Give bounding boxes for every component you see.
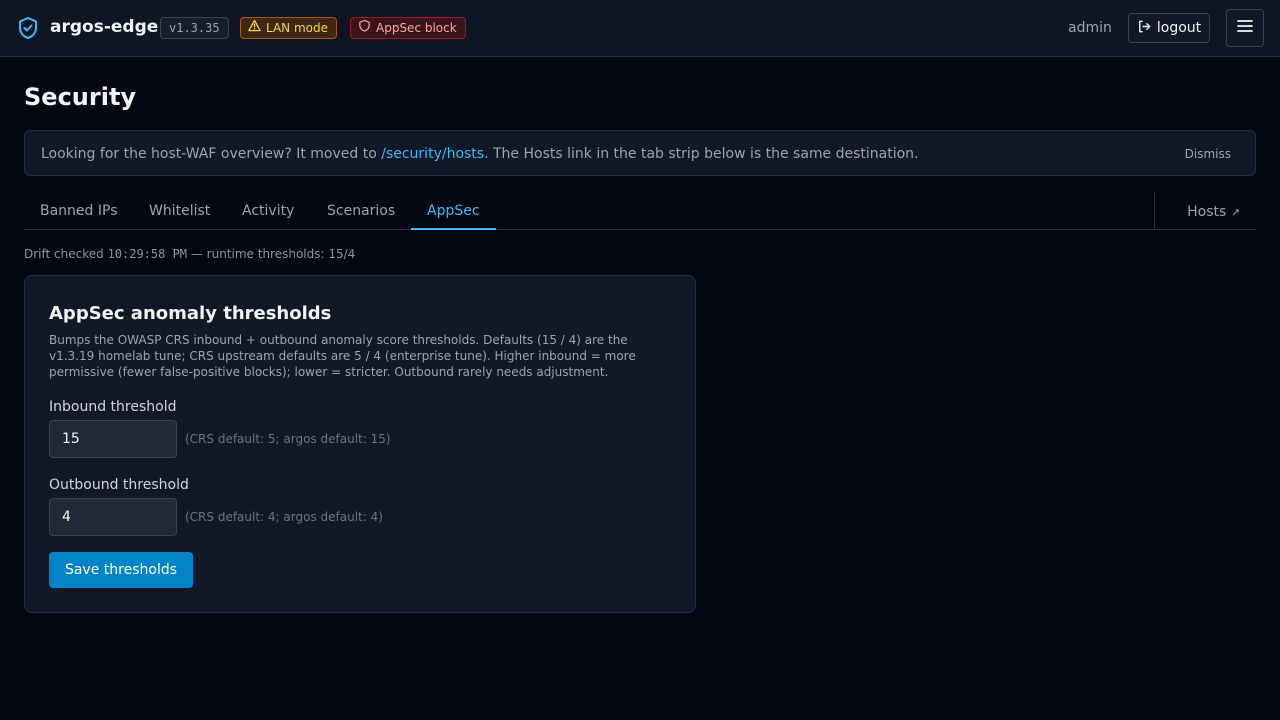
appsec-block-badge: AppSec block: [350, 17, 466, 39]
logout-icon: [1137, 19, 1152, 38]
tab-hosts-link[interactable]: Hosts ↗: [1187, 203, 1240, 222]
menu-button[interactable]: [1226, 9, 1264, 47]
external-arrow-icon: ↗: [1230, 206, 1240, 219]
drift-prefix: Drift checked: [24, 247, 108, 261]
warning-triangle-icon: [248, 18, 261, 38]
lan-mode-badge: LAN mode: [240, 17, 337, 39]
tab-appsec[interactable]: AppSec: [411, 193, 496, 230]
drift-suffix: — runtime thresholds: 15/4: [187, 247, 356, 261]
notice-text-after: . The Hosts link in the tab strip below …: [484, 146, 919, 162]
tab-hosts-label: Hosts: [1187, 204, 1227, 220]
card-description: Bumps the OWASP CRS inbound + outbound a…: [49, 333, 636, 379]
notice-text: Looking for the host-WAF overview? It mo…: [41, 145, 919, 163]
logout-label: logout: [1156, 20, 1202, 36]
inbound-threshold-input[interactable]: [49, 420, 177, 458]
app-name[interactable]: argos-edge: [50, 17, 158, 37]
tab-banned-ips[interactable]: Banned IPs: [24, 193, 134, 230]
security-hosts-link[interactable]: /security/hosts: [381, 146, 484, 162]
current-user: admin: [1068, 20, 1112, 36]
outbound-threshold-label: Outbound threshold: [49, 477, 189, 493]
drift-time: 10:29:58 PM: [107, 247, 188, 261]
security-tab-strip: Banned IPs Whitelist Activity Scenarios …: [24, 193, 1256, 230]
inbound-threshold-hint: (CRS default: 5; argos default: 15): [185, 432, 391, 446]
version-badge: v1.3.35: [160, 17, 229, 39]
logout-button[interactable]: logout: [1128, 13, 1210, 43]
appsec-block-label: AppSec block: [376, 21, 457, 35]
drift-status: Drift checked 10:29:58 PM — runtime thre…: [24, 246, 355, 262]
notice-text-before: Looking for the host-WAF overview? It mo…: [41, 146, 382, 162]
hamburger-menu-icon: [1236, 17, 1254, 39]
appsec-thresholds-card: AppSec anomaly thresholds Bumps the OWAS…: [24, 275, 696, 613]
dismiss-button[interactable]: Dismiss: [1185, 145, 1231, 163]
moved-notice-banner: Looking for the host-WAF overview? It mo…: [24, 130, 1256, 176]
outbound-threshold-hint: (CRS default: 4; argos default: 4): [185, 510, 383, 524]
hosts-tab-container: Hosts ↗: [1154, 193, 1256, 229]
shield-icon: [358, 18, 371, 38]
tab-activity[interactable]: Activity: [226, 193, 310, 230]
tab-whitelist[interactable]: Whitelist: [133, 193, 226, 230]
page-title: Security: [24, 83, 137, 111]
lan-mode-label: LAN mode: [266, 21, 328, 35]
save-thresholds-button[interactable]: Save thresholds: [49, 552, 193, 588]
shield-check-logo-icon[interactable]: [17, 16, 39, 40]
card-title: AppSec anomaly thresholds: [49, 303, 332, 324]
inbound-threshold-label: Inbound threshold: [49, 399, 177, 415]
top-bar: argos-edge v1.3.35 LAN mode AppSec block…: [0, 0, 1280, 57]
tab-scenarios[interactable]: Scenarios: [311, 193, 411, 230]
outbound-threshold-input[interactable]: [49, 498, 177, 536]
